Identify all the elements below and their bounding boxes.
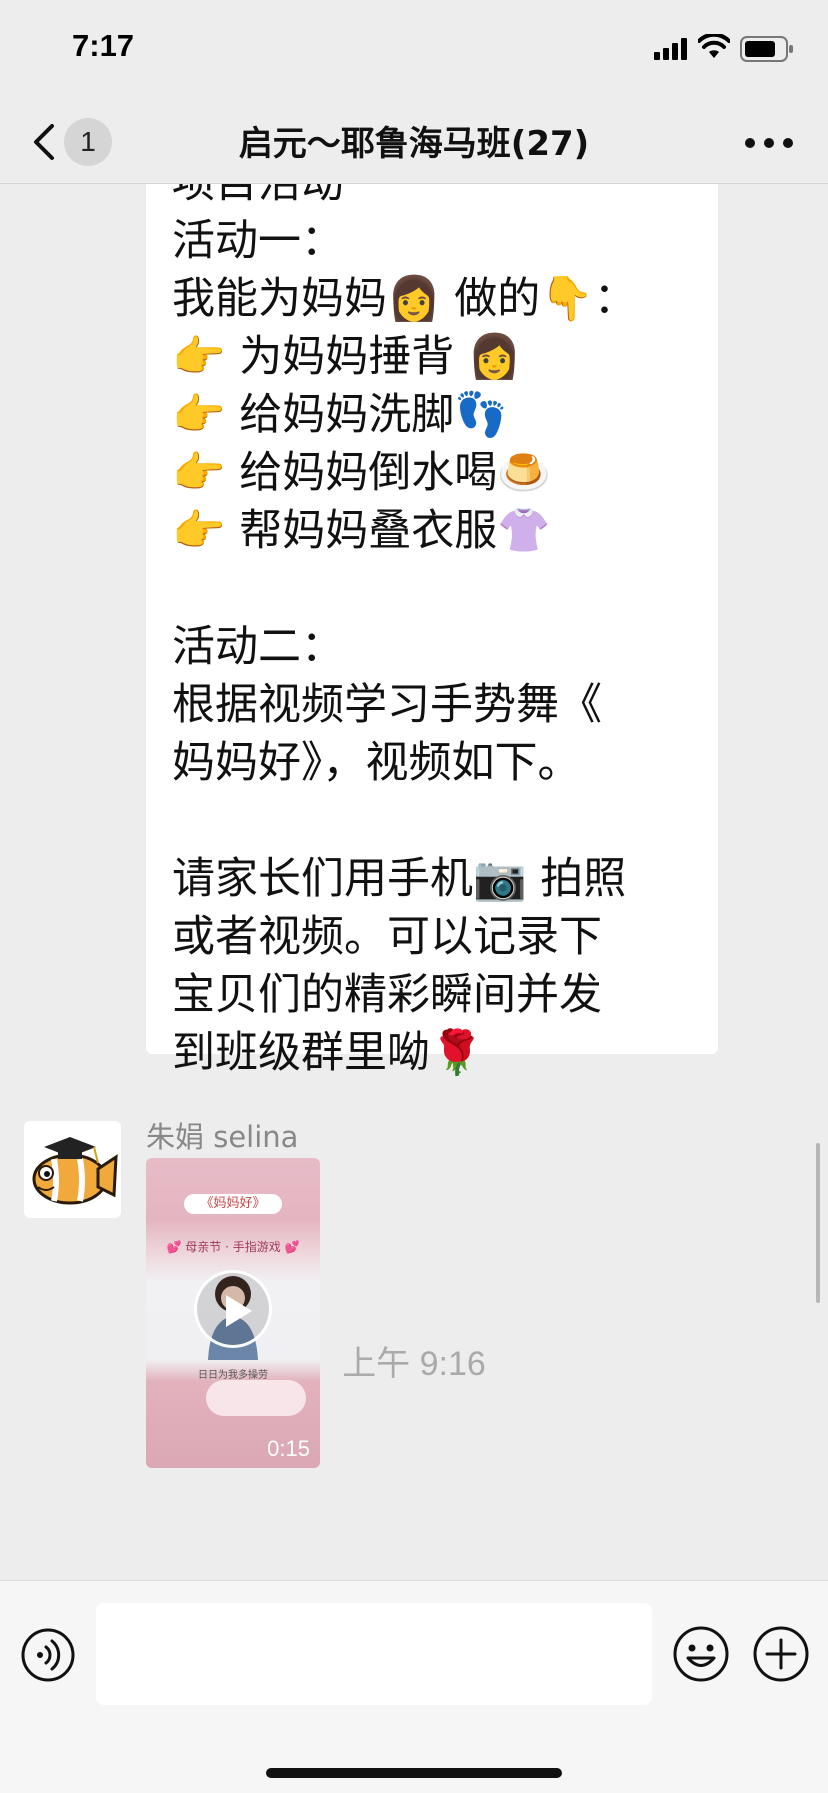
video-subtitle: 💕 母亲节 · 手指游戏 💕 xyxy=(166,1240,300,1254)
input-bar xyxy=(0,1580,828,1793)
chat-title: 启元～耶鲁海马班(27) xyxy=(238,124,590,164)
video-cloud-decoration xyxy=(206,1380,306,1416)
emoji-icon[interactable] xyxy=(672,1625,730,1683)
fish-avatar-image xyxy=(32,1137,118,1205)
avatar[interactable] xyxy=(24,1121,121,1218)
home-indicator xyxy=(266,1768,562,1778)
unread-badge[interactable]: 1 xyxy=(64,118,112,166)
video-message[interactable]: 《妈妈好》 💕 母亲节 · 手指游戏 💕 日日为我多操劳 0:15 xyxy=(146,1158,320,1468)
voice-icon[interactable] xyxy=(20,1627,76,1683)
battery-icon xyxy=(740,36,793,62)
video-title: 《妈妈好》 xyxy=(184,1194,282,1214)
chat-header: 1 启元～耶鲁海马班(27) xyxy=(0,100,828,184)
plus-icon[interactable] xyxy=(752,1625,810,1683)
message-timestamp: 上午 9:16 xyxy=(342,1345,486,1383)
message-text: 项目活动 活动一： 我能为妈妈👩 做的👇： 👉 为妈妈捶背 👩 👉 给妈妈洗脚👣… xyxy=(172,184,637,1078)
status-bar: 7:17 xyxy=(0,0,828,100)
message-list[interactable]: 项目活动 活动一： 我能为妈妈👩 做的👇： 👉 为妈妈捶背 👩 👉 给妈妈洗脚👣… xyxy=(0,184,828,1580)
sender-name: 朱娟 selina xyxy=(146,1120,299,1154)
scrollbar[interactable] xyxy=(816,1143,820,1303)
status-time: 7:17 xyxy=(72,28,135,63)
text-message-bubble[interactable]: 项目活动 活动一： 我能为妈妈👩 做的👇： 👉 为妈妈捶背 👩 👉 给妈妈洗脚👣… xyxy=(146,184,718,1078)
video-duration: 0:15 xyxy=(267,1436,310,1461)
wifi-icon xyxy=(698,34,730,58)
message-input[interactable] xyxy=(96,1603,652,1705)
more-dots-icon[interactable] xyxy=(744,136,794,150)
chevron-left-icon[interactable] xyxy=(28,122,64,162)
cellular-signal-icon xyxy=(654,38,687,60)
